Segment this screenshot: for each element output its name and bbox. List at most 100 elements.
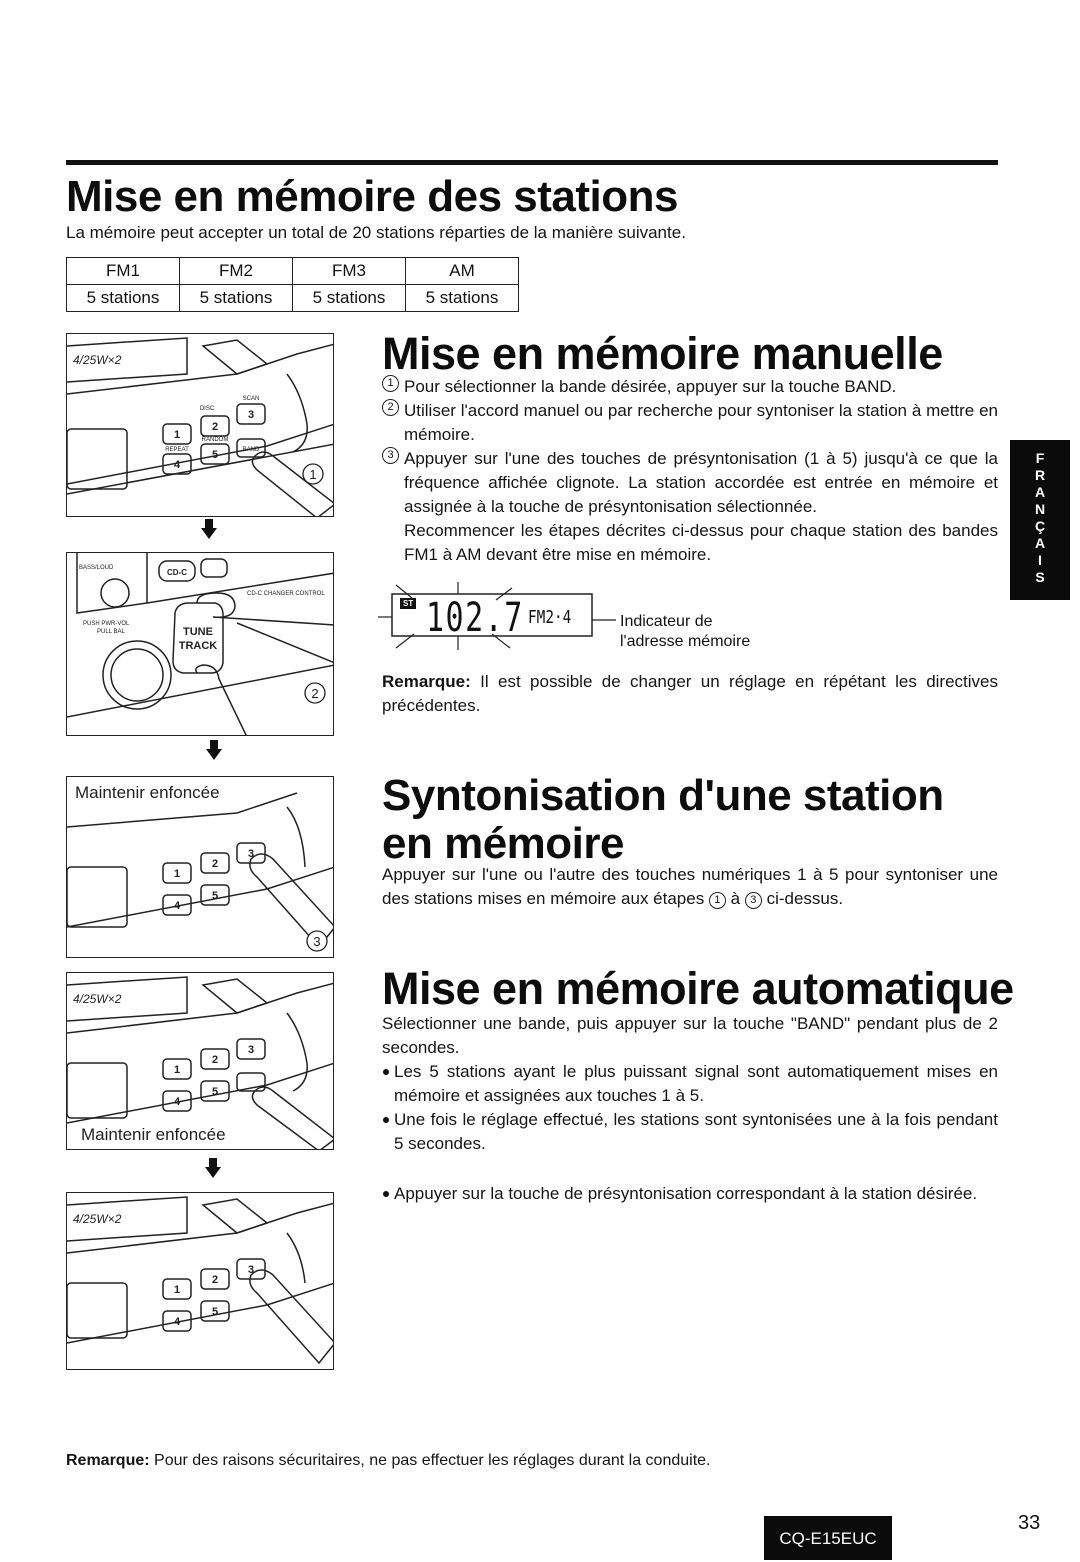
step-text: Utiliser l'accord manuel ou par recherch…	[404, 401, 998, 444]
illustration-preset-recall: 1 2 3 4 5 4/25W×2	[66, 1192, 334, 1370]
lcd-frequency: 102.7	[426, 595, 524, 641]
step-number-circle: 2	[382, 399, 399, 416]
recall-text-part: ci-dessus.	[761, 889, 844, 908]
illustration-band-hold: 1 2 3 4 5 4/25W×2 Maintenir enfoncée	[66, 972, 334, 1150]
language-tab-letter: S	[1035, 569, 1045, 585]
recall-text-part: Appuyer sur l'une ou l'autre des touches…	[382, 865, 998, 908]
auto-bullets: Les 5 stations ayant le plus puissant si…	[382, 1060, 998, 1156]
arrow-down-icon	[205, 1158, 221, 1183]
band-label: BAND	[243, 447, 260, 453]
manual-steps-list: 1 Pour sélectionner la bande désirée, ap…	[382, 375, 998, 519]
stations-intro: La mémoire peut accepter un total de 20 …	[66, 223, 686, 242]
preset-key-4: 4	[174, 1096, 181, 1108]
table-row: 5 stations 5 stations 5 stations 5 stati…	[66, 284, 519, 312]
preset-key-1: 1	[174, 1064, 180, 1076]
stations-table: FM1 FM2 FM3 AM 5 stations 5 stations 5 s…	[66, 257, 519, 312]
step-1-label: 1	[309, 467, 316, 482]
table-header-cell: FM1	[66, 257, 180, 285]
preset-key-1: 1	[174, 1284, 180, 1296]
step-2-label: 2	[311, 686, 318, 701]
radio-preset-recall-drawing: 1 2 3 4 5 4/25W×2	[67, 1196, 333, 1365]
bullet-item: Appuyer sur la touche de présyntonisatio…	[382, 1182, 998, 1206]
tune-label: TUNE	[183, 626, 213, 638]
hold-caption: Maintenir enfoncée	[81, 1125, 226, 1144]
preset-key-3: 3	[248, 409, 254, 421]
table-cell: 5 stations	[292, 284, 406, 312]
preset-key-2: 2	[212, 1054, 218, 1066]
table-header-row: FM1 FM2 FM3 AM	[66, 257, 519, 285]
step-item: 1 Pour sélectionner la bande désirée, ap…	[382, 375, 998, 399]
step-number-circle: 3	[382, 447, 399, 464]
disc-label: DISC	[200, 406, 215, 412]
bullet-item: Une fois le réglage effectué, les statio…	[382, 1108, 998, 1156]
preset-key-3: 3	[248, 848, 254, 860]
callout-line-2: l'adresse mémoire	[620, 633, 751, 650]
preset-key-4: 4	[174, 900, 181, 912]
preset-key-2: 2	[212, 421, 218, 433]
radio-band-hold-drawing: 1 2 3 4 5 4/25W×2 Maintenir enfoncée	[67, 976, 333, 1149]
lcd-band-preset: FM2·4	[528, 607, 572, 628]
recall-text-part: à	[725, 889, 745, 908]
step-3-label: 3	[313, 934, 320, 949]
language-tab-letter: Ç	[1034, 518, 1046, 534]
manual-steps-block: 1 Pour sélectionner la bande désirée, ap…	[382, 375, 998, 567]
preset-key-4: 4	[174, 459, 181, 471]
push-pwr-vol-label: PUSH PWR-VOL	[83, 621, 130, 627]
step-number-circle: 3	[744, 892, 762, 909]
preset-key-1: 1	[174, 868, 180, 880]
step-text: Appuyer sur l'une des touches de présynt…	[404, 449, 998, 516]
bass-loud-label: BASS/LOUD	[79, 565, 114, 571]
radio-tuning-drawing: TUNE TRACK CD-C BASS/LOUD PUSH PWR-VOL P…	[67, 553, 333, 735]
table-header-cell: FM3	[292, 257, 406, 285]
preset-key-5: 5	[212, 449, 218, 461]
memory-address-callout: Indicateur de l'adresse mémoire	[620, 612, 750, 652]
table-header-cell: FM2	[179, 257, 293, 285]
pull-bal-label: PULL BAL	[97, 629, 125, 635]
track-label: TRACK	[179, 640, 218, 652]
preset-key-1: 1	[174, 429, 180, 441]
scan-label: SCAN	[243, 396, 260, 402]
language-tab-letter: R	[1034, 467, 1046, 483]
language-tab-letter: A	[1034, 484, 1046, 500]
section-title-auto: Mise en mémoire automatique	[382, 963, 1014, 1014]
illustration-band-press: 1 2 3 4 5 SCAN REPEAT RANDOM BAND DISC 4…	[66, 333, 334, 517]
language-tab-letter: A	[1034, 535, 1046, 551]
illustration-tune-track: TUNE TRACK CD-C BASS/LOUD PUSH PWR-VOL P…	[66, 552, 334, 736]
preset-key-5: 5	[212, 1306, 218, 1318]
auto-intro: Sélectionner une bande, puis appuyer sur…	[382, 1014, 998, 1057]
st-indicator: ST	[400, 598, 417, 609]
remark-label: Remarque:	[382, 672, 471, 691]
language-tab-letter: F	[1035, 450, 1045, 466]
recall-text: Appuyer sur l'une ou l'autre des touches…	[382, 863, 998, 911]
preset-key-2: 2	[212, 858, 218, 870]
table-cell: 5 stations	[405, 284, 519, 312]
illustration-preset-hold: 1 2 3 4 5 Maintenir enfoncée 3	[66, 776, 334, 958]
step-number-circle: 1	[382, 375, 399, 392]
footer-remark-label: Remarque:	[66, 1452, 150, 1469]
preset-key-3: 3	[248, 1044, 254, 1056]
model-badge: CQ-E15EUC	[764, 1516, 892, 1560]
repeat-label: REPEAT	[165, 447, 189, 453]
table-cell: 5 stations	[179, 284, 293, 312]
manual-remark: Remarque: Il est possible de changer un …	[382, 670, 998, 718]
power-rating-label: 4/25W×2	[73, 992, 122, 1006]
random-label: RANDOM	[202, 437, 229, 443]
hold-caption: Maintenir enfoncée	[75, 783, 220, 802]
cdc-button-label: CD-C	[167, 568, 187, 577]
radio-faceplate-drawing: 1 2 3 4 5 SCAN REPEAT RANDOM BAND DISC 4…	[67, 337, 333, 516]
table-header-cell: AM	[405, 257, 519, 285]
power-rating-label: 4/25W×2	[73, 353, 122, 367]
preset-key-2: 2	[212, 1274, 218, 1286]
step-text: Pour sélectionner la bande désirée, appu…	[404, 377, 897, 396]
remark-text: Il est possible de changer un réglage en…	[382, 672, 998, 715]
step-item: 3 Appuyer sur l'une des touches de présy…	[382, 447, 998, 519]
auto-bullets-2: Appuyer sur la touche de présyntonisatio…	[382, 1182, 998, 1206]
preset-key-5: 5	[212, 1086, 218, 1098]
footer-remark: Remarque: Pour des raisons sécuritaires,…	[66, 1449, 966, 1473]
language-tab: F R A N Ç A I S	[1010, 440, 1070, 600]
section-title-recall: Syntonisation d'une station en mémoire	[382, 771, 944, 868]
repeat-note: Recommencer les étapes décrites ci-dessu…	[404, 521, 998, 564]
lcd-display-diagram: ST 102.7 FM2·4	[378, 582, 618, 652]
top-rule	[66, 160, 998, 165]
table-cell: 5 stations	[66, 284, 180, 312]
